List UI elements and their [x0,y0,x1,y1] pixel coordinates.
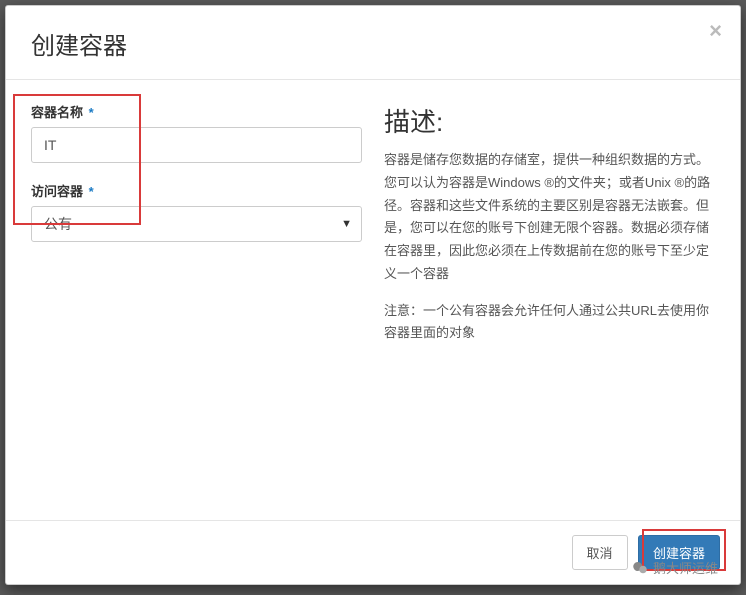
container-name-label: 容器名称 * [31,102,362,121]
description-paragraph-1: 容器是储存您数据的存储室，提供一种组织数据的方式。您可以认为容器是Windows… [384,149,715,286]
modal-header: 创建容器 × [6,6,740,80]
access-select-wrap: 公有 ▼ [31,206,362,242]
description-heading: 描述: [384,102,715,139]
label-text: 容器名称 [31,105,83,120]
form-group-access: 访问容器 * 公有 ▼ [31,181,362,242]
create-container-button[interactable]: 创建容器 [638,535,720,570]
container-access-select[interactable]: 公有 [31,206,362,242]
description-paragraph-2: 注意：一个公有容器会允许任何人通过公共URL去使用你容器里面的对象 [384,300,715,346]
modal-title: 创建容器 [31,26,715,61]
container-name-input[interactable] [31,127,362,163]
container-access-label: 访问容器 * [31,181,362,200]
close-button[interactable]: × [709,20,722,42]
form-group-name: 容器名称 * [31,102,362,163]
cancel-button[interactable]: 取消 [572,535,628,570]
label-text: 访问容器 [31,184,83,199]
modal-footer: 取消 创建容器 [6,520,740,584]
required-indicator: * [89,184,94,199]
description-column: 描述: 容器是储存您数据的存储室，提供一种组织数据的方式。您可以认为容器是Win… [384,102,715,498]
create-container-modal: 创建容器 × 容器名称 * 访问容器 * 公有 [5,5,741,585]
form-column: 容器名称 * 访问容器 * 公有 ▼ [31,102,362,498]
required-indicator: * [89,105,94,120]
modal-body: 容器名称 * 访问容器 * 公有 ▼ 描述: 容器是储 [6,80,740,520]
